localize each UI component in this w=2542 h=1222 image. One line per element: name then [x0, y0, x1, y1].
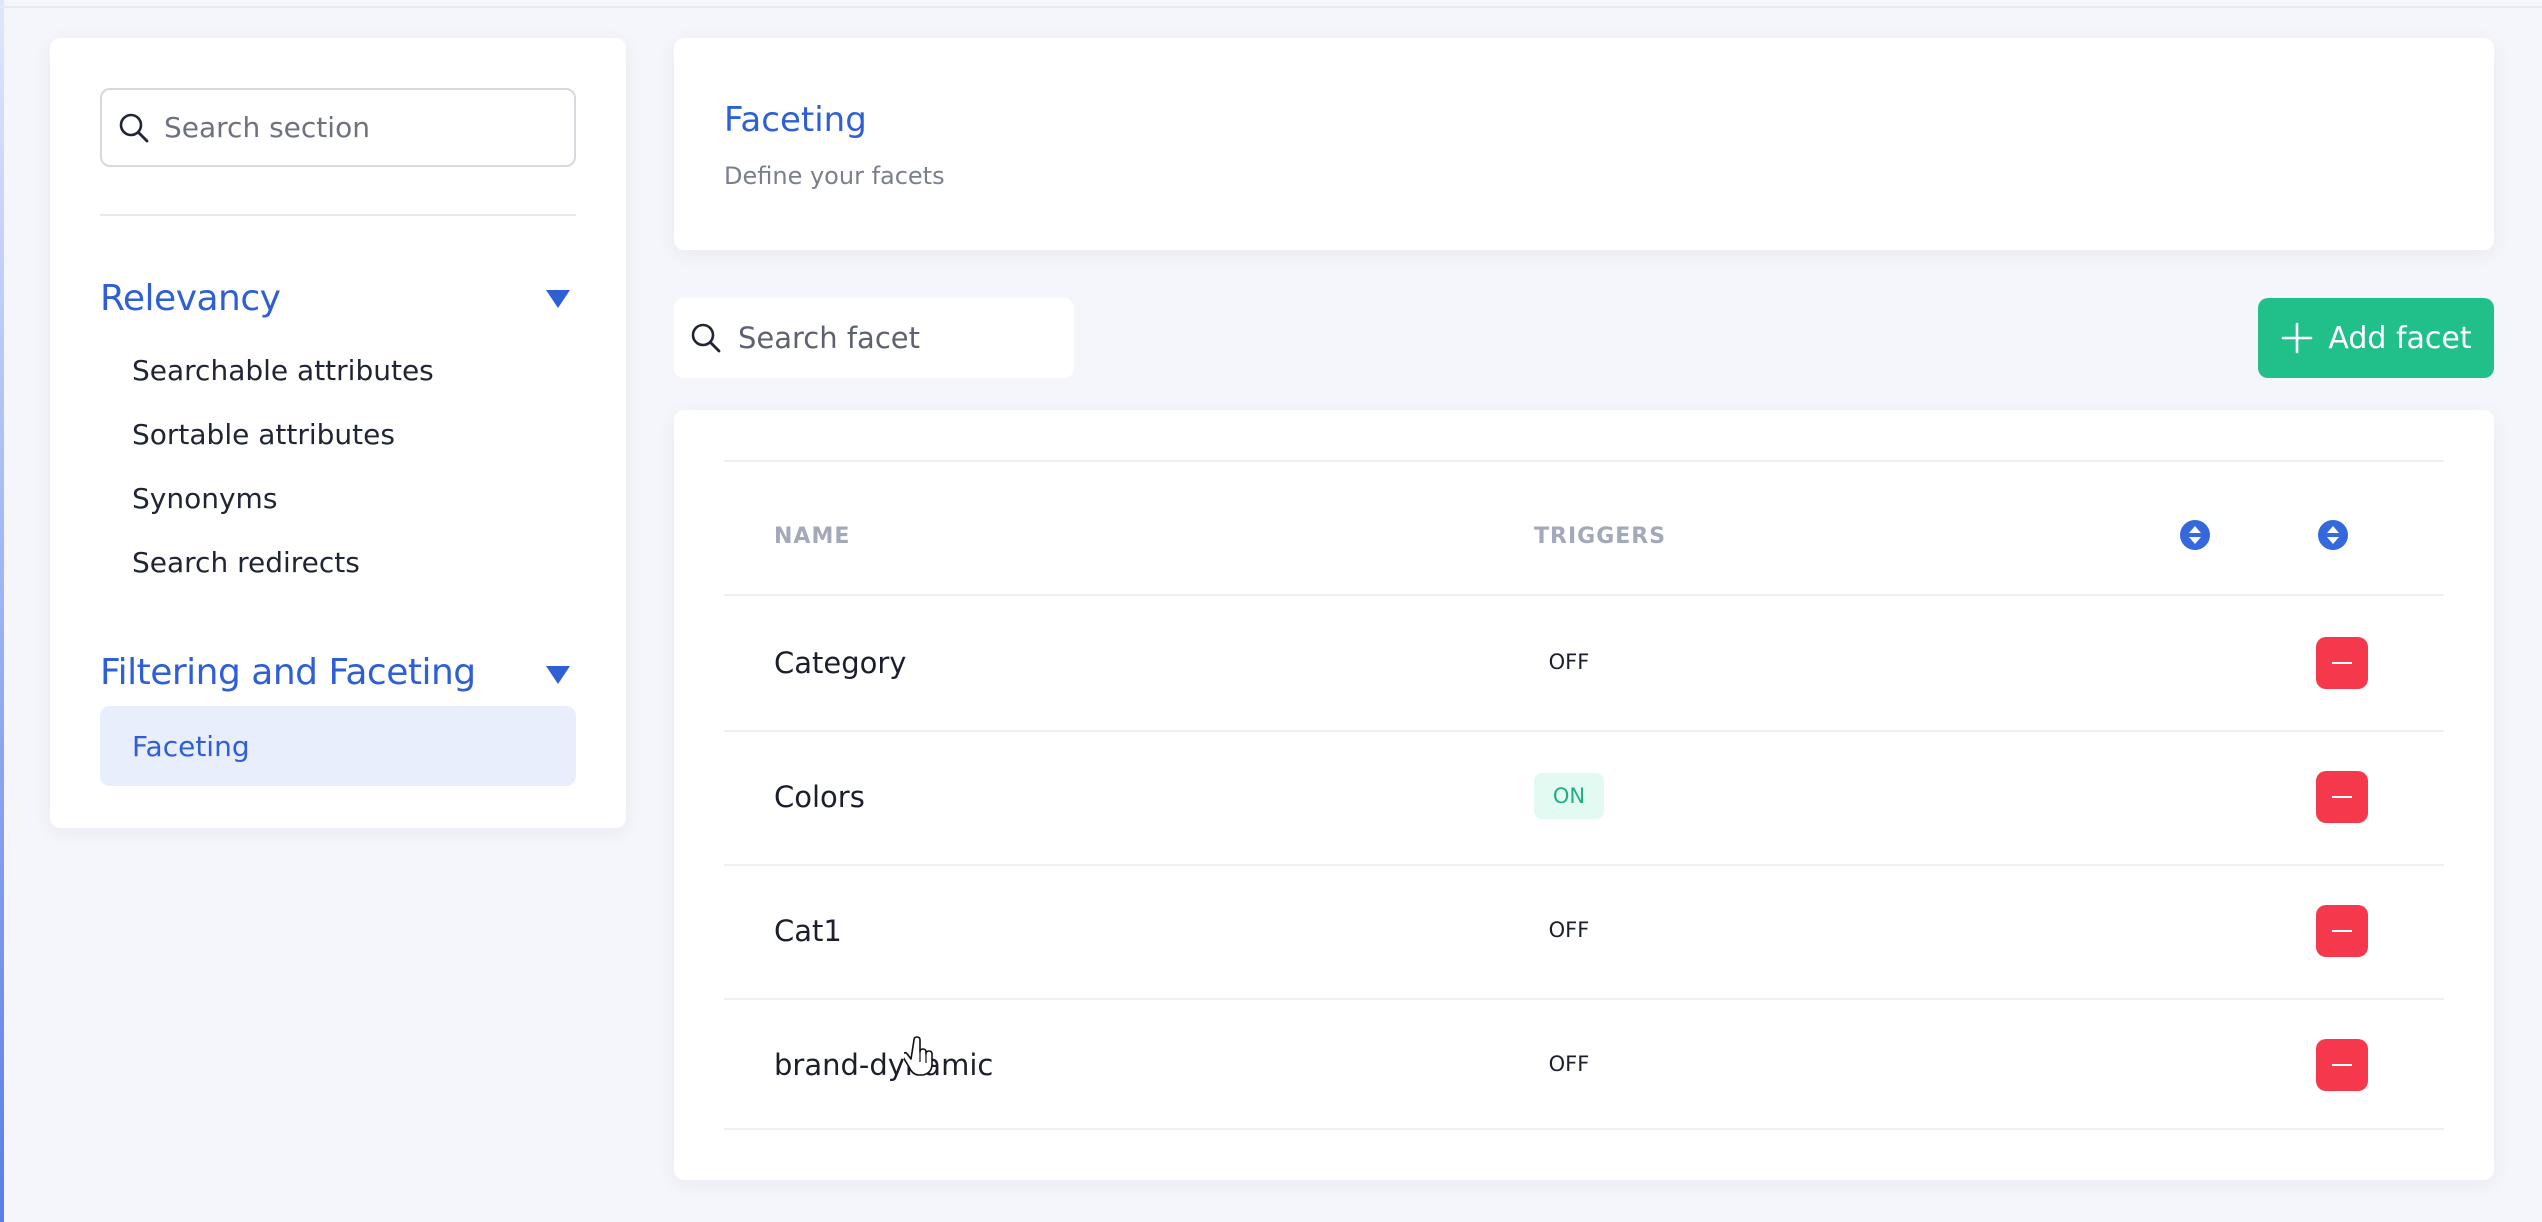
sidebar-divider: [100, 214, 576, 216]
remove-facet-button[interactable]: [2316, 905, 2368, 957]
table-row[interactable]: brand-dynamic OFF: [724, 998, 2444, 1132]
search-icon: [119, 113, 149, 142]
facets-table-card: NAME TRIGGERS Category OFF Colors ON Cat…: [674, 410, 2494, 1180]
facet-name: Cat1: [774, 914, 842, 948]
table-row[interactable]: Category OFF: [724, 596, 2444, 730]
table-divider: [724, 460, 2444, 462]
sidebar-item-sortable-attributes[interactable]: Sortable attributes: [132, 418, 395, 451]
sidebar-item-searchable-attributes[interactable]: Searchable attributes: [132, 354, 434, 387]
trigger-status-badge[interactable]: OFF: [1534, 1041, 1604, 1087]
section-search-input[interactable]: [164, 111, 544, 144]
column-header-triggers: TRIGGERS: [1534, 524, 1667, 549]
trigger-status-badge[interactable]: ON: [1534, 773, 1604, 819]
top-divider: [0, 6, 2542, 8]
add-facet-label: Add facet: [2328, 320, 2472, 356]
trigger-status-badge[interactable]: OFF: [1534, 907, 1604, 953]
table-divider: [724, 1128, 2444, 1130]
table-row[interactable]: Cat1 OFF: [724, 864, 2444, 998]
group-filtering-faceting-title[interactable]: Filtering and Faceting: [100, 652, 476, 693]
page-subtitle: Define your facets: [724, 162, 945, 190]
facet-name: brand-dynamic: [774, 1048, 994, 1082]
plus-icon: [2282, 322, 2313, 354]
facet-name: Colors: [774, 780, 865, 814]
search-icon: [691, 323, 721, 353]
remove-facet-button[interactable]: [2316, 771, 2368, 823]
page-header: Faceting Define your facets: [674, 38, 2494, 250]
remove-facet-button[interactable]: [2316, 1039, 2368, 1091]
settings-sidebar: Relevancy Searchable attributes Sortable…: [50, 38, 626, 828]
page-title: Faceting: [724, 100, 867, 140]
sidebar-item-faceting[interactable]: Faceting: [100, 706, 576, 786]
facet-name: Category: [774, 646, 907, 680]
chevron-down-icon[interactable]: [546, 666, 570, 684]
sidebar-item-synonyms[interactable]: Synonyms: [132, 482, 277, 515]
hand-cursor-icon: [904, 1036, 933, 1076]
section-search-box[interactable]: [100, 88, 576, 167]
window-edge: [0, 0, 4, 1222]
add-facet-button[interactable]: Add facet: [2258, 298, 2494, 378]
sidebar-item-search-redirects[interactable]: Search redirects: [132, 546, 360, 579]
facets-table: NAME TRIGGERS Category OFF Colors ON Cat…: [724, 460, 2444, 1130]
chevron-down-icon[interactable]: [546, 290, 570, 308]
sort-icon[interactable]: [2318, 520, 2348, 550]
facet-search-box[interactable]: [674, 298, 1074, 378]
column-header-name: NAME: [774, 524, 851, 549]
group-relevancy-title[interactable]: Relevancy: [100, 278, 281, 319]
table-row[interactable]: Colors ON: [724, 730, 2444, 864]
remove-facet-button[interactable]: [2316, 637, 2368, 689]
sort-icon[interactable]: [2180, 520, 2210, 550]
facet-search-input[interactable]: [738, 321, 1058, 355]
trigger-status-badge[interactable]: OFF: [1534, 639, 1604, 685]
